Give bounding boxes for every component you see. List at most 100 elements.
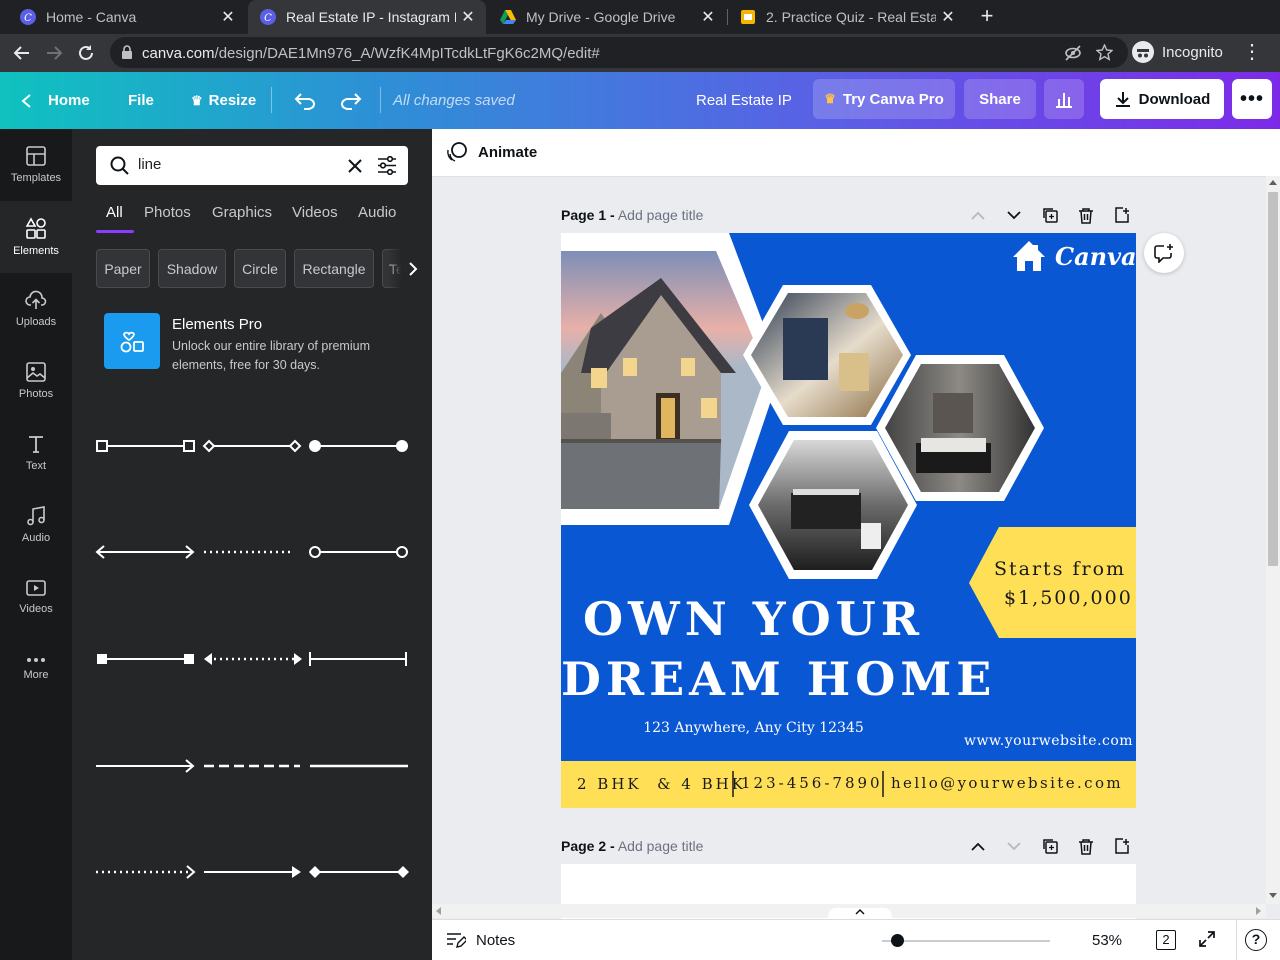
notes-button[interactable]: Notes: [446, 931, 515, 949]
elements-pro-badge[interactable]: [104, 313, 160, 369]
tab-all[interactable]: All: [106, 204, 123, 221]
line-hollow-dot-ends[interactable]: [309, 546, 408, 558]
clear-search-icon[interactable]: [348, 159, 362, 173]
rail-photos[interactable]: Photos: [0, 345, 72, 417]
line-filled-square-ends[interactable]: [97, 654, 194, 664]
address-text[interactable]: 123 Anywhere, Any City 12345: [561, 720, 946, 736]
fullscreen-button[interactable]: [1198, 930, 1216, 953]
headline-line-1[interactable]: OWN YOUR: [561, 592, 946, 646]
page-1-title-input[interactable]: Add page title: [618, 207, 704, 223]
rail-templates[interactable]: Templates: [0, 129, 72, 201]
price-value[interactable]: $1,500,000: [1004, 587, 1133, 609]
page-count-button[interactable]: 2: [1156, 930, 1176, 950]
duplicate-page-button[interactable]: [1032, 203, 1068, 227]
elements-pro-title[interactable]: Elements Pro: [172, 316, 262, 333]
page-2-title-input[interactable]: Add page title: [618, 838, 704, 854]
browser-menu-icon[interactable]: ⋮: [1240, 40, 1264, 66]
line-diamond-ends[interactable]: [202, 439, 302, 453]
download-button[interactable]: Download: [1100, 79, 1224, 119]
close-tab-icon[interactable]: ✕: [936, 7, 960, 27]
tab-photos[interactable]: Photos: [144, 204, 191, 221]
line-bar-ends[interactable]: [309, 652, 407, 666]
line-double-arrow[interactable]: [95, 545, 195, 559]
home-logo-icon[interactable]: [1013, 241, 1045, 271]
rail-elements[interactable]: Elements: [0, 201, 72, 273]
move-page-up-button[interactable]: [960, 203, 996, 227]
website-text[interactable]: www.yourwebsite.com: [964, 733, 1133, 749]
headline-line-2[interactable]: DREAM HOME: [561, 652, 991, 706]
file-menu-button[interactable]: File: [128, 72, 154, 129]
price-tag-shape[interactable]: [969, 527, 1136, 638]
zoom-level[interactable]: 53%: [1092, 932, 1122, 949]
animate-button[interactable]: Animate: [446, 141, 537, 163]
forward-button[interactable]: [40, 39, 68, 67]
resize-button[interactable]: ♛ Resize: [191, 72, 256, 129]
zoom-slider-handle[interactable]: [891, 934, 904, 947]
line-square-ends[interactable]: [96, 440, 195, 452]
redo-button[interactable]: [340, 72, 362, 129]
tab-videos[interactable]: Videos: [292, 204, 338, 221]
address-bar[interactable]: canva.com/design/DAE1Mn976_A/WzfK4MpITcd…: [110, 37, 1128, 68]
line-filled-diamond-ends[interactable]: [309, 866, 409, 878]
chips-next-button[interactable]: [388, 249, 422, 288]
help-icon[interactable]: ?: [1245, 929, 1267, 951]
line-dot-ends[interactable]: [309, 440, 408, 452]
price-label[interactable]: Starts from :: [994, 558, 1136, 580]
bhk-text[interactable]: 2 BHK & 4 BHK: [577, 775, 746, 793]
rail-audio[interactable]: Audio: [0, 489, 72, 561]
delete-page-button[interactable]: [1068, 834, 1104, 858]
duplicate-page-button[interactable]: [1032, 834, 1068, 858]
rail-text[interactable]: Text: [0, 417, 72, 489]
add-page-button[interactable]: [1104, 203, 1140, 227]
close-tab-icon[interactable]: ✕: [216, 7, 240, 27]
rail-more[interactable]: More: [0, 633, 72, 705]
rail-uploads[interactable]: Uploads: [0, 273, 72, 345]
tab-home-canva[interactable]: C Home - Canva ✕: [8, 0, 246, 34]
move-page-up-button[interactable]: [960, 834, 996, 858]
vertical-scrollbar[interactable]: [1266, 176, 1280, 904]
move-page-down-button[interactable]: [996, 834, 1032, 858]
incognito-indicator[interactable]: Incognito: [1132, 37, 1223, 67]
search-input[interactable]: [138, 156, 318, 173]
new-tab-button[interactable]: +: [976, 4, 998, 30]
phone-text[interactable]: 123-456-7890: [741, 774, 883, 792]
try-canva-pro-button[interactable]: ♛ Try Canva Pro: [813, 79, 955, 119]
chip-paper[interactable]: Paper: [96, 249, 150, 288]
design-title[interactable]: Real Estate IP: [696, 72, 792, 129]
reload-button[interactable]: [72, 39, 100, 67]
chip-rectangle[interactable]: Rectangle: [294, 249, 374, 288]
tab-audio[interactable]: Audio: [358, 204, 396, 221]
filter-icon[interactable]: [377, 156, 397, 175]
tab-real-estate-ip[interactable]: C Real Estate IP - Instagram Post ✕: [248, 0, 486, 34]
share-button[interactable]: Share: [964, 79, 1036, 119]
tab-practice-quiz[interactable]: 2. Practice Quiz - Real Estate ✕: [728, 0, 966, 34]
close-tab-icon[interactable]: ✕: [456, 7, 480, 27]
scrollbar-thumb[interactable]: [1268, 192, 1278, 566]
chip-shadow[interactable]: Shadow: [158, 249, 226, 288]
more-options-button[interactable]: •••: [1232, 79, 1272, 119]
chip-circle[interactable]: Circle: [234, 249, 286, 288]
close-tab-icon[interactable]: ✕: [696, 7, 720, 27]
undo-button[interactable]: [294, 72, 316, 129]
line-dotted-arrows[interactable]: [204, 653, 302, 665]
move-page-down-button[interactable]: [996, 203, 1032, 227]
zoom-slider-track[interactable]: [882, 940, 1050, 942]
add-page-button[interactable]: [1104, 834, 1140, 858]
back-button[interactable]: [8, 39, 36, 67]
add-comment-button[interactable]: [1144, 233, 1184, 273]
star-icon[interactable]: [1096, 44, 1113, 61]
eye-off-icon[interactable]: [1064, 44, 1082, 62]
tab-google-drive[interactable]: My Drive - Google Drive ✕: [488, 0, 726, 34]
tab-graphics[interactable]: Graphics: [212, 204, 272, 221]
email-text[interactable]: hello@yourwebsite.com: [891, 774, 1123, 792]
delete-page-button[interactable]: [1068, 203, 1104, 227]
line-arrow-right[interactable]: [96, 759, 195, 773]
insights-button[interactable]: [1044, 79, 1084, 119]
line-dotted-arrow[interactable]: [96, 865, 196, 879]
canva-favicon-icon: C: [20, 9, 36, 25]
line-triangle-arrow[interactable]: [204, 866, 301, 878]
rail-videos[interactable]: Videos: [0, 561, 72, 633]
brand-logo-text[interactable]: Canva: [1055, 242, 1136, 271]
home-button[interactable]: Home: [20, 72, 90, 129]
design-page-1[interactable]: Canva Starts from : $1,500,000 OWN YOUR …: [561, 233, 1136, 808]
